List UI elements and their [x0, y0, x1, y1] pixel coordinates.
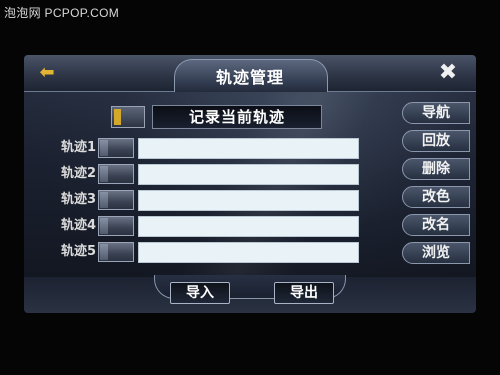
track-select-5[interactable]: [98, 242, 134, 262]
delete-button[interactable]: 删除: [402, 158, 470, 180]
rename-button[interactable]: 改名: [402, 214, 470, 236]
track-label: 轨迹5: [60, 244, 96, 259]
record-toggle[interactable]: [111, 106, 145, 128]
change-color-button[interactable]: 改色: [402, 186, 470, 208]
track-select-knob: [100, 166, 108, 182]
track-select-knob: [100, 192, 108, 208]
track-select-1[interactable]: [98, 138, 134, 158]
track-select-knob: [100, 244, 108, 260]
track-name-field-4[interactable]: [138, 216, 359, 237]
track-manager-screen: 轨迹管理 ⬅ ✖ 记录当前轨迹 轨迹1 轨迹2 轨迹3 轨迹4 轨迹5 导航 回…: [24, 55, 476, 313]
page-title: 轨迹管理: [215, 68, 284, 87]
browse-button[interactable]: 浏览: [402, 242, 470, 264]
track-label: 轨迹2: [60, 166, 96, 181]
device-frame-bottom: [0, 313, 500, 375]
track-select-2[interactable]: [98, 164, 134, 184]
watermark-text: 泡泡网 PCPOP.COM: [4, 6, 120, 20]
playback-button[interactable]: 回放: [402, 130, 470, 152]
arrow-left-icon[interactable]: ⬅: [34, 63, 60, 83]
track-name-field-5[interactable]: [138, 242, 359, 263]
track-label: 轨迹1: [60, 140, 96, 155]
track-select-knob: [100, 140, 108, 156]
track-name-field-2[interactable]: [138, 164, 359, 185]
track-label: 轨迹3: [60, 192, 96, 207]
track-select-knob: [100, 218, 108, 234]
close-icon[interactable]: ✖: [435, 61, 461, 85]
navigate-button[interactable]: 导航: [402, 102, 470, 124]
track-label: 轨迹4: [60, 218, 96, 233]
record-indicator-fill: [114, 109, 121, 125]
record-current-track-button[interactable]: 记录当前轨迹: [152, 105, 322, 129]
track-select-3[interactable]: [98, 190, 134, 210]
track-select-4[interactable]: [98, 216, 134, 236]
track-name-field-3[interactable]: [138, 190, 359, 211]
export-button[interactable]: 导出: [274, 282, 334, 304]
import-button[interactable]: 导入: [170, 282, 230, 304]
track-name-field-1[interactable]: [138, 138, 359, 159]
